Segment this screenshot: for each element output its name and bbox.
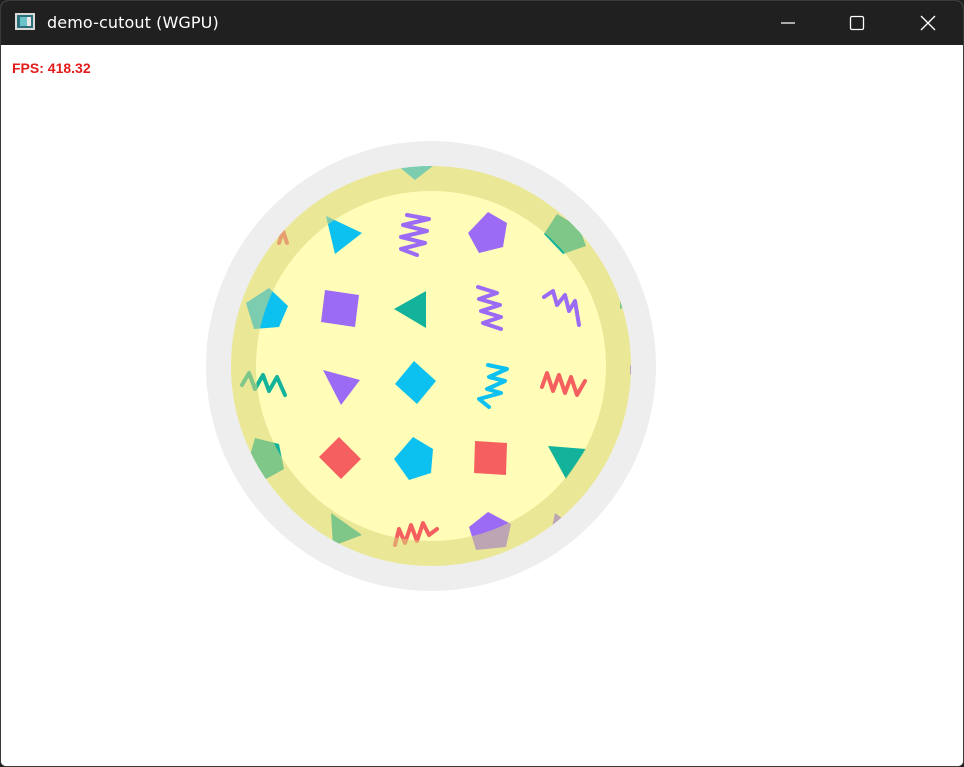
- render-canvas[interactable]: FPS: 418.32: [1, 45, 963, 766]
- window-title: demo-cutout (WGPU): [47, 13, 219, 32]
- square-shape: [321, 290, 359, 327]
- maximize-button[interactable]: [834, 1, 880, 45]
- maximize-icon: [849, 15, 865, 31]
- app-window: demo-cutout (WGPU) FPS: 418.32: [0, 0, 964, 767]
- close-icon: [920, 15, 936, 31]
- close-button[interactable]: [905, 1, 951, 45]
- app-window-icon: [15, 13, 35, 30]
- cutout-scene: [206, 141, 656, 591]
- minimize-button[interactable]: [765, 1, 811, 45]
- title-bar[interactable]: demo-cutout (WGPU): [1, 1, 963, 45]
- minimize-icon: [781, 22, 795, 24]
- square-shape: [474, 441, 507, 475]
